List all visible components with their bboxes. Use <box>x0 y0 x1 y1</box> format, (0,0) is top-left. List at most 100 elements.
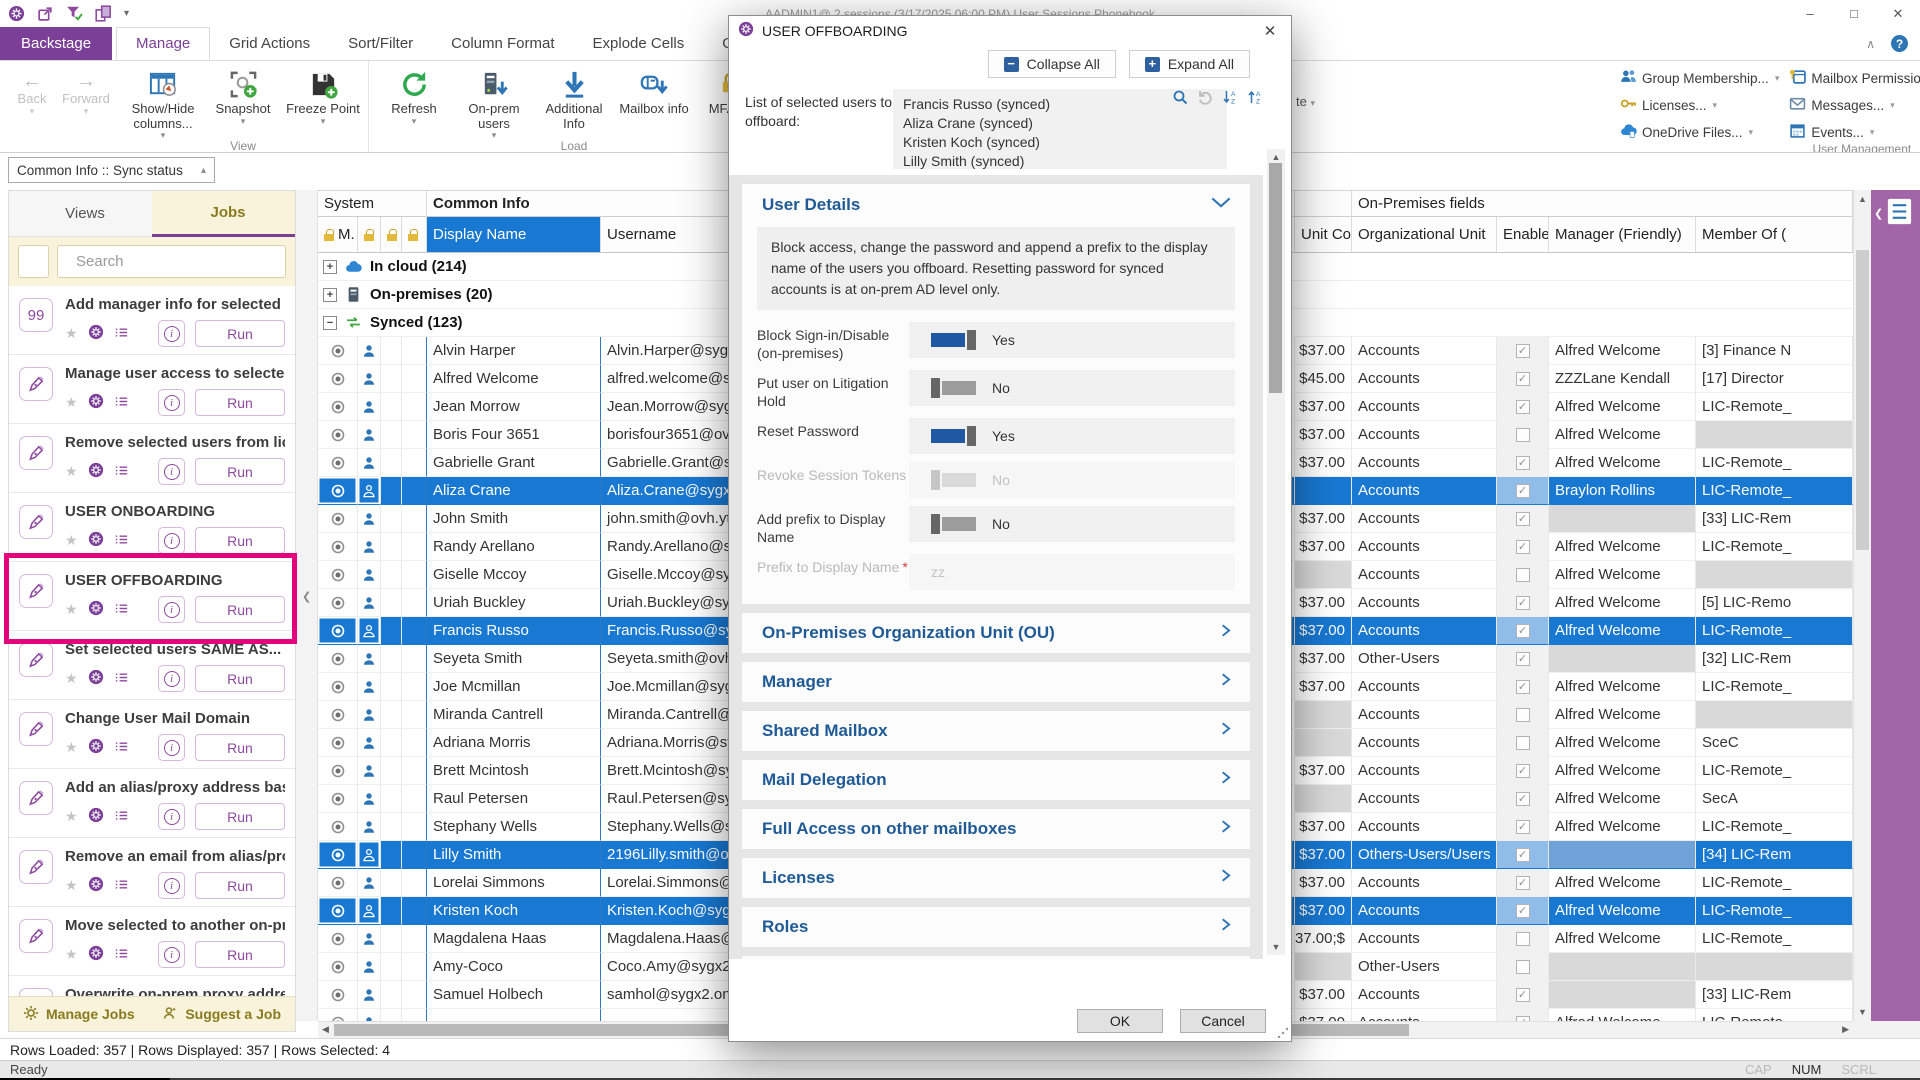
column-header-lock[interactable]: : <box>381 217 402 253</box>
section-full-access-on-other-mailboxes[interactable]: Full Access on other mailboxes <box>741 808 1251 850</box>
sort-descending-icon[interactable]: AZ <box>1247 89 1263 108</box>
column-header-manager[interactable]: Manager (Friendly) <box>1549 217 1696 253</box>
tab-explode-cells[interactable]: Explode Cells <box>574 27 704 60</box>
enabled-checkbox[interactable] <box>1516 960 1530 974</box>
maximize-button[interactable]: □ <box>1832 0 1876 27</box>
info-button[interactable]: i <box>158 458 185 485</box>
collapse-all-button[interactable]: − Collapse All <box>988 50 1116 78</box>
job-item[interactable]: Move selected to another on-prem...★iRun <box>9 907 295 976</box>
info-button[interactable]: i <box>158 872 185 899</box>
enabled-checkbox[interactable] <box>1516 456 1530 470</box>
toggle-switch[interactable] <box>931 426 977 446</box>
expand-box-icon[interactable]: + <box>323 288 337 302</box>
run-button[interactable]: Run <box>195 665 285 692</box>
enabled-checkbox[interactable] <box>1516 764 1530 778</box>
enabled-checkbox[interactable] <box>1516 932 1530 946</box>
expand-all-button[interactable]: + Expand All <box>1129 50 1250 78</box>
toggle-switch[interactable] <box>931 514 977 534</box>
tab-column-format[interactable]: Column Format <box>432 27 573 60</box>
enabled-checkbox[interactable] <box>1516 652 1530 666</box>
enabled-checkbox[interactable] <box>1516 540 1530 554</box>
info-button[interactable]: i <box>158 665 185 692</box>
search-box[interactable] <box>57 245 286 278</box>
info-button[interactable]: i <box>158 389 185 416</box>
snapshot-button[interactable]: Snapshot▾ <box>203 63 283 139</box>
enabled-checkbox[interactable] <box>1516 512 1530 526</box>
user-details-header[interactable]: User Details <box>742 184 1250 225</box>
column-header-member-of[interactable]: Member Of ( <box>1696 217 1853 253</box>
tab-jobs[interactable]: Jobs <box>152 191 295 237</box>
enabled-checkbox[interactable] <box>1516 904 1530 918</box>
partial-button[interactable]: te ▾ <box>1296 94 1315 109</box>
enabled-checkbox[interactable] <box>1516 708 1530 722</box>
run-button[interactable]: Run <box>195 941 285 968</box>
minimize-button[interactable]: – <box>1788 0 1832 27</box>
run-button[interactable]: Run <box>195 596 285 623</box>
column-header-enabled[interactable]: Enabled <box>1497 217 1549 253</box>
job-item[interactable]: Add an alias/proxy address based ...★iRu… <box>9 769 295 838</box>
job-item[interactable]: USER OFFBOARDING★iRun <box>9 562 295 631</box>
tab-manage[interactable]: Manage <box>116 27 210 60</box>
search-icon[interactable] <box>1172 89 1188 108</box>
suggest-job-button[interactable]: Suggest a Job <box>162 1005 281 1024</box>
info-button[interactable]: i <box>158 527 185 554</box>
enabled-checkbox[interactable] <box>1516 736 1530 750</box>
scroll-down-icon[interactable]: ▼ <box>1854 1007 1871 1017</box>
job-item[interactable]: Change User Mail Domain★iRun <box>9 700 295 769</box>
open-panel-button[interactable]: ❮ <box>1874 197 1914 229</box>
info-button[interactable]: i <box>158 320 185 347</box>
on-prem-users-button[interactable]: On-prem users▾ <box>454 63 534 139</box>
job-item[interactable]: Manage user access to selected On...★iRu… <box>9 355 295 424</box>
group-membership-button[interactable]: Group Membership...▾ <box>1620 68 1779 88</box>
scroll-right-icon[interactable]: ▶ <box>1842 1024 1849 1035</box>
enabled-checkbox[interactable] <box>1516 876 1530 890</box>
toggle-switch[interactable] <box>931 470 977 490</box>
column-header-organizational-unit[interactable]: Organizational Unit <box>1352 217 1497 253</box>
resize-grip[interactable] <box>1277 1027 1288 1038</box>
run-button[interactable]: Run <box>195 872 285 899</box>
cancel-button[interactable]: Cancel <box>1180 1009 1266 1033</box>
grid-vertical-scrollbar[interactable]: ▲ ▼ <box>1853 190 1871 1021</box>
run-button[interactable]: Run <box>195 734 285 761</box>
events-button[interactable]: Events...▾ <box>1789 122 1920 142</box>
expand-box-icon[interactable]: + <box>323 260 337 274</box>
scroll-up-icon[interactable]: ▲ <box>1854 194 1871 204</box>
tab-backstage[interactable]: Backstage <box>0 27 112 60</box>
section-manager[interactable]: Manager <box>741 661 1251 703</box>
run-button[interactable]: Run <box>195 527 285 554</box>
run-button[interactable]: Run <box>195 458 285 485</box>
additional-info-button[interactable]: Additional Info <box>534 63 614 139</box>
sidebar-collapse-strip[interactable]: ❮ <box>296 190 318 1021</box>
tab-grid-actions[interactable]: Grid Actions <box>210 27 329 60</box>
job-item[interactable]: Remove an email from alias/proxy ...★iRu… <box>9 838 295 907</box>
job-item[interactable]: Set selected users SAME AS...★iRun <box>9 631 295 700</box>
onedrive-files-button[interactable]: OneDrive Files...▾ <box>1620 122 1779 142</box>
enabled-checkbox[interactable] <box>1516 344 1530 358</box>
refresh-button[interactable]: Refresh▾ <box>374 63 454 139</box>
enabled-checkbox[interactable] <box>1516 988 1530 1002</box>
job-item[interactable]: Overwrite on-prem proxy addresse...★iRun <box>9 976 295 996</box>
enabled-checkbox[interactable] <box>1516 372 1530 386</box>
section-mail-delegation[interactable]: Mail Delegation <box>741 759 1251 801</box>
help-icon[interactable]: ? <box>1891 35 1908 52</box>
info-button[interactable]: i <box>158 941 185 968</box>
run-button[interactable]: Run <box>195 803 285 830</box>
qat-dropdown-caret-icon[interactable]: ▾ <box>124 8 129 19</box>
scroll-up-icon[interactable]: ▲ <box>1267 152 1285 162</box>
column-header-username[interactable]: Username <box>601 217 745 253</box>
collapse-box-icon[interactable]: − <box>323 316 337 330</box>
column-header-display-name[interactable]: Display Name <box>427 217 601 253</box>
ok-button[interactable]: OK <box>1077 1009 1163 1033</box>
run-button[interactable]: Run <box>195 389 285 416</box>
enabled-checkbox[interactable] <box>1516 568 1530 582</box>
messages-button[interactable]: Messages...▾ <box>1789 95 1920 115</box>
enabled-checkbox[interactable] <box>1516 848 1530 862</box>
enabled-checkbox[interactable] <box>1516 596 1530 610</box>
toggle-switch[interactable] <box>931 378 977 398</box>
collapse-ribbon-icon[interactable]: ∧ <box>1866 37 1875 51</box>
close-button[interactable]: ✕ <box>1876 0 1920 27</box>
filter-check-icon[interactable] <box>66 5 83 22</box>
filter-button[interactable] <box>18 245 49 278</box>
dialog-scrollbar[interactable]: ▲ ▼ <box>1267 149 1285 955</box>
job-item[interactable]: Remove selected users from licens...★iRu… <box>9 424 295 493</box>
